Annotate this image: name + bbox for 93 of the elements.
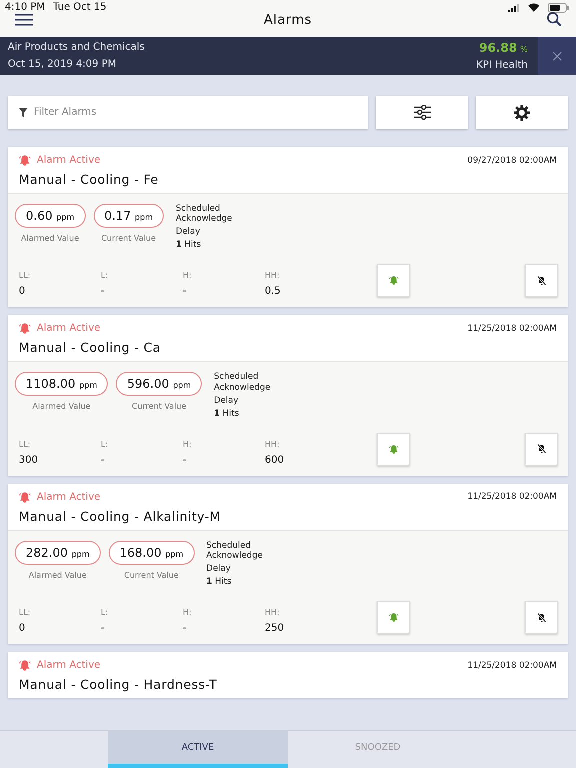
limit-value: 600 (265, 454, 286, 466)
current-value: 596.00 ppm (116, 372, 202, 396)
bell-icon (388, 613, 398, 622)
alarm-status: Alarm Active (37, 155, 101, 166)
limit-value: 250 (265, 623, 286, 634)
limit-label: LL: (19, 440, 32, 449)
page-title: Alarms (264, 12, 312, 28)
hits-text: 1 Hits (206, 577, 233, 588)
limit-value: - (183, 623, 188, 634)
alarm-status: Alarm Active (37, 323, 101, 334)
alarmed-value: 282.00 ppm (15, 540, 101, 565)
bell-icon (388, 444, 398, 454)
limit-value: 0 (19, 623, 26, 634)
alarm-time: 11/25/2018 02:00AM (468, 660, 557, 671)
schedule-text: Scheduled Acknowledge (214, 372, 272, 393)
company-name: Air Products and Chemicals (8, 42, 146, 53)
acknowledge-button[interactable] (377, 264, 410, 298)
current-value: 0.17 ppm (94, 204, 164, 228)
limit-value: - (183, 454, 188, 466)
filter-field[interactable]: Filter Alarms (8, 96, 368, 129)
limit-label: L: (101, 440, 110, 449)
snooze-button[interactable] (525, 264, 558, 298)
alarmed-value: 1108.00 ppm (15, 372, 108, 396)
muted-bell-icon (536, 276, 546, 286)
limit-label: LL: (19, 271, 32, 280)
hits-text: 1 Hits (214, 408, 240, 419)
alarm-status: Alarm Active (37, 660, 101, 672)
sliders-icon (414, 105, 430, 120)
limit-label: L: (101, 608, 110, 618)
limit-value: 0 (19, 286, 26, 298)
hits-text: 1 Hits (176, 240, 202, 250)
tab[interactable]: ACTIVE (108, 731, 288, 768)
wifi-icon (528, 3, 540, 12)
limit-label: HH: (265, 608, 281, 618)
alarmed-value: 0.60 ppm (15, 204, 86, 228)
kpi-value: 96.88 (479, 41, 518, 56)
limit-label: H: (183, 440, 193, 449)
settings-button[interactable] (476, 96, 568, 129)
adjust-button[interactable] (376, 96, 468, 129)
value-caption: Current Value (124, 570, 179, 580)
limit-value: - (101, 286, 106, 298)
kpi-unit: % (520, 45, 528, 54)
status-date: Tue Oct 15 (53, 2, 107, 13)
alarm-name: Manual - Cooling - Fe (19, 172, 160, 187)
schedule-text: Scheduled Acknowledge (176, 204, 234, 224)
alarm-name: Manual - Cooling - Ca (19, 340, 162, 356)
delay-text: Delay (214, 396, 240, 406)
alarm-name: Manual - Cooling - Hardness-T (19, 677, 218, 692)
delay-text: Delay (176, 227, 202, 238)
value-caption: Current Value (101, 234, 156, 243)
settings-icon (514, 104, 530, 120)
limit-value: 0.5 (265, 286, 282, 298)
banner-timestamp: Oct 15, 2019 4:09 PM (8, 59, 118, 70)
value-caption: Alarmed Value (32, 402, 91, 412)
snooze-button[interactable] (525, 601, 558, 634)
limit-label: HH: (265, 440, 281, 449)
battery-icon (548, 2, 570, 12)
limit-label: H: (183, 271, 193, 280)
bell-icon (19, 323, 31, 334)
status-time: 4:10 PM (5, 2, 46, 13)
acknowledge-button[interactable] (377, 432, 410, 466)
delay-text: Delay (206, 564, 232, 574)
alarm-time: 11/25/2018 02:00AM (468, 324, 557, 334)
kpi-label: KPI Health (476, 60, 528, 71)
signal-icon (508, 4, 520, 12)
limit-label: HH: (265, 271, 281, 280)
limit-label: L: (101, 271, 110, 280)
alarm-name: Manual - Cooling - Alkalinity-M (19, 508, 222, 524)
limit-value: - (101, 454, 106, 466)
limit-value: - (183, 286, 188, 298)
limit-label: LL: (19, 608, 32, 618)
limit-value: - (101, 623, 106, 634)
value-caption: Current Value (132, 402, 187, 412)
current-value: 168.00 ppm (108, 540, 195, 565)
search-button[interactable] (545, 10, 564, 29)
bell-icon (19, 155, 31, 166)
value-caption: Alarmed Value (21, 234, 80, 243)
acknowledge-button[interactable] (377, 601, 410, 634)
close-icon (552, 52, 562, 60)
menu-button[interactable] (13, 12, 35, 28)
limit-label: H: (183, 608, 193, 618)
bell-icon (19, 492, 31, 503)
bell-icon (388, 276, 398, 286)
snooze-button[interactable] (525, 432, 558, 466)
value-caption: Alarmed Value (28, 570, 87, 580)
bell-icon (19, 660, 31, 672)
muted-bell-icon (536, 444, 546, 454)
muted-bell-icon (536, 612, 546, 623)
alarm-time: 09/27/2018 02:00AM (468, 156, 557, 166)
schedule-text: Scheduled Acknowledge (206, 540, 264, 562)
alarm-time: 11/25/2018 02:00AM (468, 492, 557, 502)
limit-value: 300 (19, 454, 40, 466)
alarm-status: Alarm Active (37, 492, 101, 503)
